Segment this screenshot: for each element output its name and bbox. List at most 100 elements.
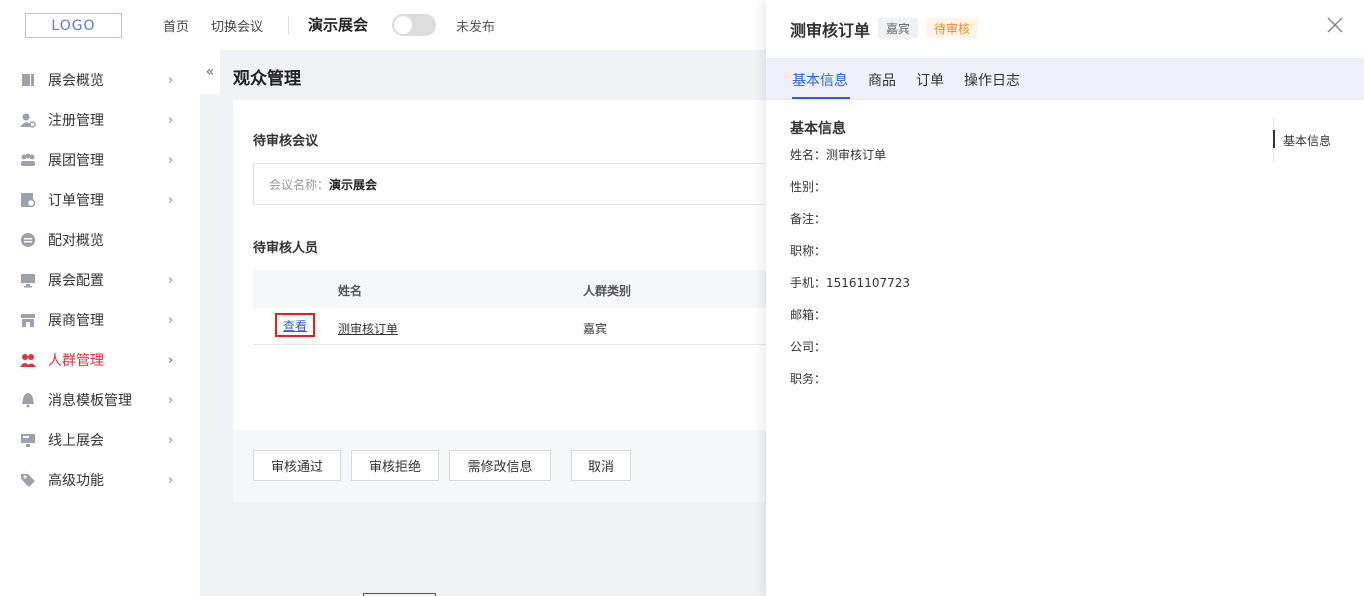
field-remark: 备注：	[790, 210, 826, 227]
view-button[interactable]: 查看	[275, 313, 315, 337]
chevron-right-icon: ›	[168, 392, 174, 408]
column-header-type: 人群类别	[583, 284, 632, 298]
toggle-knob	[394, 16, 412, 34]
field-phone: 手机：15161107723	[790, 274, 910, 291]
field-label: 公司：	[790, 340, 827, 354]
collapse-sidebar-button[interactable]: «	[200, 50, 220, 94]
table-header: 姓名 人群类别	[253, 270, 766, 308]
field-label: 职称：	[790, 244, 827, 258]
approve-button[interactable]: 审核通过	[253, 450, 341, 481]
sidebar-item-expo-overview[interactable]: 展会概览 ›	[0, 60, 200, 100]
anchor-indicator	[1273, 130, 1275, 148]
basic-info-heading: 基本信息	[790, 121, 846, 137]
chevron-right-icon: ›	[168, 192, 174, 208]
bell-icon	[20, 392, 36, 408]
field-name: 姓名：测审核订单	[790, 146, 886, 163]
nav-divider	[288, 16, 289, 34]
type-badge: 嘉宾	[878, 18, 919, 38]
chevron-right-icon: ›	[168, 472, 174, 488]
people-icon	[20, 352, 36, 368]
meeting-info-box: 会议名称： 演示展会	[253, 163, 766, 205]
sidebar-item-group[interactable]: 展团管理 ›	[0, 140, 200, 180]
chevron-right-icon: ›	[168, 152, 174, 168]
screen-icon	[20, 432, 36, 448]
nav-home-link[interactable]: 首页	[163, 16, 189, 35]
tag-icon	[20, 472, 36, 488]
nav-switch-meeting-link[interactable]: 切换会议	[211, 16, 263, 35]
field-label: 邮箱：	[790, 308, 827, 322]
sidebar-item-registration[interactable]: 注册管理 ›	[0, 100, 200, 140]
sidebar-item-online-expo[interactable]: 线上展会 ›	[0, 420, 200, 460]
sidebar-item-label: 线上展会	[48, 433, 104, 449]
sidebar-item-exhibitors[interactable]: 展商管理 ›	[0, 300, 200, 340]
sidebar-item-orders[interactable]: 订单管理 ›	[0, 180, 200, 220]
chevron-right-icon: ›	[168, 312, 174, 328]
field-label: 性别：	[790, 180, 827, 194]
active-tab-indicator	[792, 97, 850, 99]
user-gear-icon	[20, 112, 36, 128]
tab-goods[interactable]: 商品	[868, 70, 896, 90]
anchor-link-basic-info[interactable]: 基本信息	[1283, 132, 1331, 149]
monitor-icon	[20, 272, 36, 288]
field-value: 测审核订单	[826, 148, 887, 162]
order-icon	[20, 192, 36, 208]
table-row: 查看 测审核订单 嘉宾	[253, 308, 766, 345]
pending-people-title: 待审核人员	[253, 241, 319, 256]
pair-icon	[20, 232, 36, 248]
tab-operation-log[interactable]: 操作日志	[964, 70, 1020, 90]
store-icon	[20, 312, 36, 328]
sidebar-item-label: 消息模板管理	[48, 393, 132, 409]
tab-orders[interactable]: 订单	[916, 70, 944, 90]
drawer-tabs: 基本信息 商品 订单 操作日志	[766, 58, 1364, 100]
top-bar: LOGO 首页 切换会议 演示展会 未发布	[0, 0, 766, 50]
sidebar-item-label: 展会概览	[48, 73, 104, 89]
reject-button[interactable]: 审核拒绝	[351, 450, 439, 481]
sidebar-item-expo-config[interactable]: 展会配置 ›	[0, 260, 200, 300]
field-value: 15161107723	[826, 276, 910, 290]
chevron-right-icon: ›	[168, 72, 174, 88]
sidebar-item-label: 配对概览	[48, 233, 104, 249]
sidebar-item-label: 订单管理	[48, 193, 104, 209]
field-label: 姓名：	[790, 148, 827, 162]
person-type: 嘉宾	[583, 322, 608, 336]
status-badge: 待审核	[926, 18, 979, 38]
person-name-link[interactable]: 测审核订单	[338, 320, 398, 337]
sidebar-item-label: 注册管理	[48, 113, 104, 129]
expo-name: 演示展会	[308, 16, 369, 34]
cancel-button[interactable]: 取消	[571, 450, 631, 481]
main-content: « 观众管理 待审核会议 会议名称： 演示展会 待审核人员 姓名 人群类别 查看…	[200, 50, 766, 596]
document-icon	[20, 72, 36, 88]
drawer-title: 测审核订单	[790, 21, 871, 40]
logo[interactable]: LOGO	[25, 13, 122, 38]
need-modify-button[interactable]: 需修改信息	[449, 450, 551, 481]
detail-drawer: 测审核订单 嘉宾 待审核 基本信息 商品 订单 操作日志 基本信息 姓名：测审核…	[766, 0, 1364, 596]
meeting-name-value: 演示展会	[329, 177, 378, 192]
publish-toggle[interactable]	[392, 14, 436, 36]
field-label: 手机：	[790, 276, 827, 290]
close-icon[interactable]	[1326, 16, 1344, 34]
action-bar: 审核通过 审核拒绝 需修改信息 取消	[233, 430, 766, 502]
pending-meeting-title: 待审核会议	[253, 134, 319, 149]
review-panel: 待审核会议 会议名称： 演示展会 待审核人员 姓名 人群类别 查看 测审核订单 …	[233, 100, 766, 430]
field-label: 备注：	[790, 212, 827, 226]
group-icon	[20, 152, 36, 168]
sidebar: 展会概览 › 注册管理 › 展团管理 › 订单管理 › 配对概览 展会配置 › …	[0, 50, 200, 596]
column-header-name: 姓名	[338, 284, 363, 298]
sidebar-item-message-templates[interactable]: 消息模板管理 ›	[0, 380, 200, 420]
sidebar-item-advanced[interactable]: 高级功能 ›	[0, 460, 200, 500]
sidebar-item-pairing[interactable]: 配对概览	[0, 220, 200, 260]
sidebar-item-label: 展会配置	[48, 273, 104, 289]
pending-people-table: 姓名 人群类别 查看 测审核订单 嘉宾	[253, 270, 766, 345]
chevron-right-icon: ›	[168, 352, 174, 368]
tab-basic-info[interactable]: 基本信息	[792, 70, 848, 90]
page-title: 观众管理	[233, 69, 301, 89]
field-email: 邮箱：	[790, 306, 826, 323]
field-position: 职务：	[790, 370, 826, 387]
sidebar-item-crowd[interactable]: 人群管理 ›	[0, 340, 200, 380]
field-label: 职务：	[790, 372, 827, 386]
chevron-right-icon: ›	[168, 112, 174, 128]
chevron-right-icon: ›	[168, 272, 174, 288]
meeting-name-label: 会议名称：	[269, 177, 330, 192]
field-title: 职称：	[790, 242, 826, 259]
sidebar-item-label: 高级功能	[48, 473, 104, 489]
